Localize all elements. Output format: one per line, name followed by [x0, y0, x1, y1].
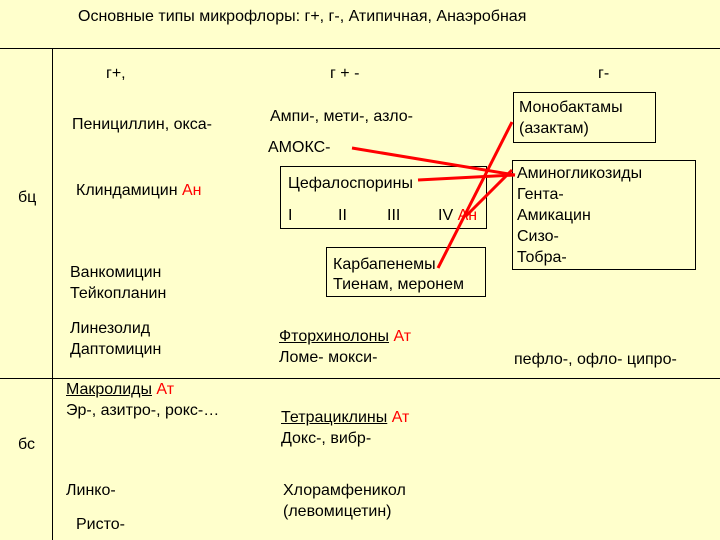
chloramphenicol-alt-text: (левомицетин): [283, 503, 392, 520]
carbapenems-list: Тиенам, меронем: [333, 276, 464, 293]
cephalosporins-title: Цефалоспорины: [288, 175, 413, 192]
linezolid-text: Линезолид: [70, 320, 151, 337]
macrolides-atypical-tag: Ат: [156, 381, 175, 398]
risto-text: Ристо-: [76, 516, 125, 533]
macrolides-label: Макролиды: [66, 381, 152, 398]
aminoglycoside-sizo: Сизо-: [517, 228, 559, 245]
teicoplanin-text: Тейкопланин: [70, 285, 167, 302]
cephalosporin-gen-1: I: [288, 207, 293, 224]
tetracyclines-text: Тетрациклины Ат: [281, 407, 409, 428]
header-gram-both: г + -: [330, 65, 360, 82]
cephalosporins-to-aminoglycosides-arrow: [417, 173, 516, 182]
monobactams-to-carbapenems-arrow: [436, 121, 514, 269]
carbapenems-title: Карбапенемы: [333, 256, 436, 273]
cephalosporin-gen-3: III: [387, 207, 401, 224]
aminoglycosides-title: Аминогликозиды: [517, 165, 643, 182]
fluoroquinolones-atypical-tag: Ат: [393, 328, 412, 345]
aminoglycoside-amikacin: Амикацин: [517, 207, 591, 224]
vancomycin-text: Ванкомицин: [70, 264, 162, 281]
fluoroquinolones-text: Фторхинолоны Ат: [279, 326, 411, 347]
linko-text: Линко-: [66, 482, 116, 499]
fluoroquinolones-list: Ломе- мокси-: [279, 349, 378, 366]
ampi-text: Ампи-, мети-, азло-: [270, 108, 413, 125]
tetracyclines-atypical-tag: Ат: [391, 409, 410, 426]
clindamycin-label: Клиндамицин: [76, 182, 178, 199]
aminoglycoside-tobra: Тобра-: [517, 249, 567, 266]
aminoglycoside-genta: Гента-: [517, 186, 564, 203]
macrolides-list-text: Эр-, азитро-, рокс-…: [66, 402, 220, 419]
monobactams-list: (азактам): [519, 120, 589, 137]
header-gram-positive: г+,: [106, 65, 126, 82]
monobactams-title: Монобактамы: [519, 99, 623, 116]
row-label-bs: бс: [18, 436, 35, 453]
header-gram-negative: г-: [598, 65, 610, 82]
fluoroquinolones-label: Фторхинолоны: [279, 328, 389, 345]
cephalosporin-gen-2: II: [338, 207, 347, 224]
clindamycin-text: Клиндамицин Ан: [76, 180, 202, 201]
daptomycin-text: Даптомицин: [70, 341, 162, 358]
cephalosporin-gen-4: IV Ан: [438, 205, 477, 226]
penicillin-text: Пенициллин, окса-: [72, 116, 212, 133]
tetracyclines-label: Тетрациклины: [281, 409, 388, 426]
clindamycin-anaerobic-tag: Ан: [182, 182, 202, 199]
chloramphenicol-text: Хлорамфеникол: [283, 482, 406, 499]
page-title: Основные типы микрофлоры: г+, г-, Атипич…: [78, 8, 527, 25]
cephalosporin-gen-4-label: IV: [438, 207, 454, 224]
fluoroquinolones-gneg-list: пефло-, офло- ципро-: [514, 351, 677, 368]
macrolides-text: Макролиды Ат: [66, 379, 174, 400]
tetracyclines-list: Докс-, вибр-: [281, 430, 372, 447]
cephalosporin-gen-4-anaerobic-tag: Ан: [457, 207, 478, 224]
amoks-text: АМОКС-: [268, 139, 331, 156]
row-label-bc: бц: [18, 189, 37, 206]
